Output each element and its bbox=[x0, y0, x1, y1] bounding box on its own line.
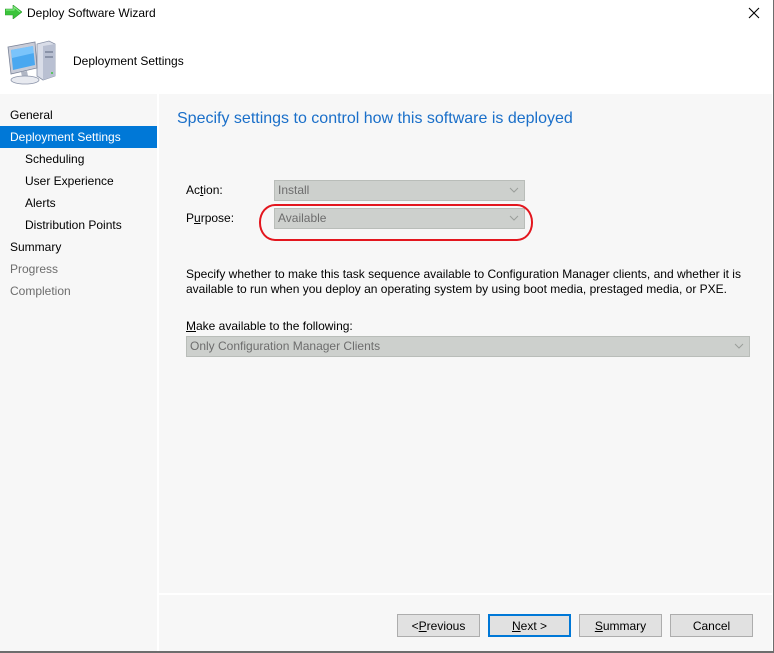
summary-access-key: S bbox=[594, 618, 603, 633]
chevron-down-icon bbox=[509, 215, 519, 221]
purpose-value: Available bbox=[278, 211, 327, 225]
close-icon bbox=[748, 7, 760, 19]
make-available-access-key: M bbox=[186, 319, 196, 333]
action-label-text-rest: ion: bbox=[203, 183, 223, 197]
next-label-post: ext > bbox=[520, 618, 548, 633]
sidebar-item-deployment-settings[interactable]: Deployment Settings bbox=[0, 126, 157, 148]
make-available-dropdown[interactable]: Only Configuration Manager Clients bbox=[186, 336, 750, 357]
green-arrow-icon bbox=[5, 5, 22, 19]
wizard-header: Deployment Settings bbox=[0, 28, 772, 93]
action-label-text: Ac bbox=[186, 183, 201, 197]
purpose-label-text: P bbox=[186, 211, 195, 225]
computer-icon bbox=[7, 40, 56, 85]
previous-label-post: revious bbox=[426, 618, 466, 633]
sidebar-item-summary[interactable]: Summary bbox=[0, 236, 157, 258]
previous-label-pre: < bbox=[411, 618, 419, 633]
sidebar-item-alerts[interactable]: Alerts bbox=[0, 192, 157, 214]
summary-button[interactable]: Summary bbox=[579, 614, 662, 637]
action-label: Action: bbox=[186, 183, 223, 197]
make-available-label-text: ake available to the following: bbox=[196, 319, 353, 333]
window-title: Deploy Software Wizard bbox=[27, 6, 156, 20]
sidebar-item-distribution-points[interactable]: Distribution Points bbox=[0, 214, 157, 236]
previous-access-key: P bbox=[418, 618, 427, 633]
action-dropdown[interactable]: Install bbox=[274, 180, 525, 201]
chevron-down-icon bbox=[509, 187, 519, 193]
make-available-value: Only Configuration Manager Clients bbox=[190, 339, 381, 353]
previous-button[interactable]: < Previous bbox=[397, 614, 480, 637]
purpose-description: Specify whether to make this task sequen… bbox=[186, 267, 741, 296]
deploy-software-wizard-window: Deploy Software Wizard Deployment Settin… bbox=[0, 0, 774, 653]
purpose-label: Purpose: bbox=[186, 211, 234, 225]
make-available-label: Make available to the following: bbox=[186, 319, 353, 333]
sidebar-item-user-experience[interactable]: User Experience bbox=[0, 170, 157, 192]
cancel-button[interactable]: Cancel bbox=[670, 614, 753, 637]
header-title: Deployment Settings bbox=[73, 54, 184, 68]
purpose-dropdown[interactable]: Available bbox=[274, 208, 525, 229]
title-bar: Deploy Software Wizard bbox=[0, 0, 772, 28]
page-title: Specify settings to control how this sof… bbox=[177, 110, 573, 127]
sidebar-item-general[interactable]: General bbox=[0, 104, 157, 126]
sidebar-item-scheduling[interactable]: Scheduling bbox=[0, 148, 157, 170]
action-value: Install bbox=[278, 183, 310, 197]
next-access-key: N bbox=[511, 618, 521, 633]
wizard-steps-sidebar: General Deployment Settings Scheduling U… bbox=[0, 94, 157, 651]
sidebar-item-progress: Progress bbox=[10, 262, 59, 276]
sidebar-item-completion: Completion bbox=[10, 284, 71, 298]
summary-label-post: ummary bbox=[602, 618, 647, 633]
purpose-access-key: u bbox=[194, 211, 201, 225]
chevron-down-icon bbox=[734, 343, 744, 349]
main-content: Specify settings to control how this sof… bbox=[159, 94, 772, 593]
close-button[interactable] bbox=[740, 2, 768, 24]
purpose-label-text-rest: rpose: bbox=[200, 211, 235, 225]
wizard-footer: < Previous Next > Summary Cancel bbox=[159, 595, 772, 651]
next-button[interactable]: Next > bbox=[488, 614, 571, 637]
